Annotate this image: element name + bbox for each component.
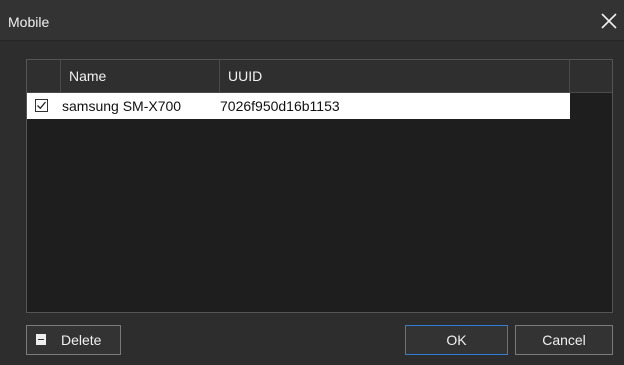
title-bar: Mobile bbox=[0, 0, 624, 41]
device-table[interactable]: Name UUID samsung SM-X700 7026f950d16b11… bbox=[26, 59, 613, 313]
close-icon bbox=[601, 13, 617, 29]
ok-button[interactable]: OK bbox=[405, 325, 508, 355]
close-button[interactable] bbox=[594, 4, 624, 38]
table-header: Name UUID bbox=[27, 60, 612, 93]
checkmark-icon bbox=[37, 101, 47, 110]
delete-button[interactable]: Delete bbox=[26, 325, 121, 355]
header-check-column bbox=[27, 60, 60, 92]
mobile-dialog: Mobile Name UUID samsung SM-X700 7026f95… bbox=[0, 0, 624, 365]
header-name[interactable]: Name bbox=[60, 60, 219, 92]
delete-button-label: Delete bbox=[61, 332, 102, 348]
row-name-cell: samsung SM-X700 bbox=[62, 98, 182, 114]
row-uuid-cell: 7026f950d16b1153 bbox=[220, 98, 340, 114]
row-filler bbox=[570, 93, 612, 119]
header-filler bbox=[569, 60, 612, 92]
row-checkbox[interactable] bbox=[35, 99, 48, 112]
table-row[interactable]: samsung SM-X700 7026f950d16b1153 bbox=[27, 93, 570, 119]
window-title: Mobile bbox=[8, 14, 50, 30]
delete-icon bbox=[36, 334, 46, 345]
header-uuid[interactable]: UUID bbox=[219, 60, 569, 92]
cancel-button[interactable]: Cancel bbox=[515, 325, 613, 355]
